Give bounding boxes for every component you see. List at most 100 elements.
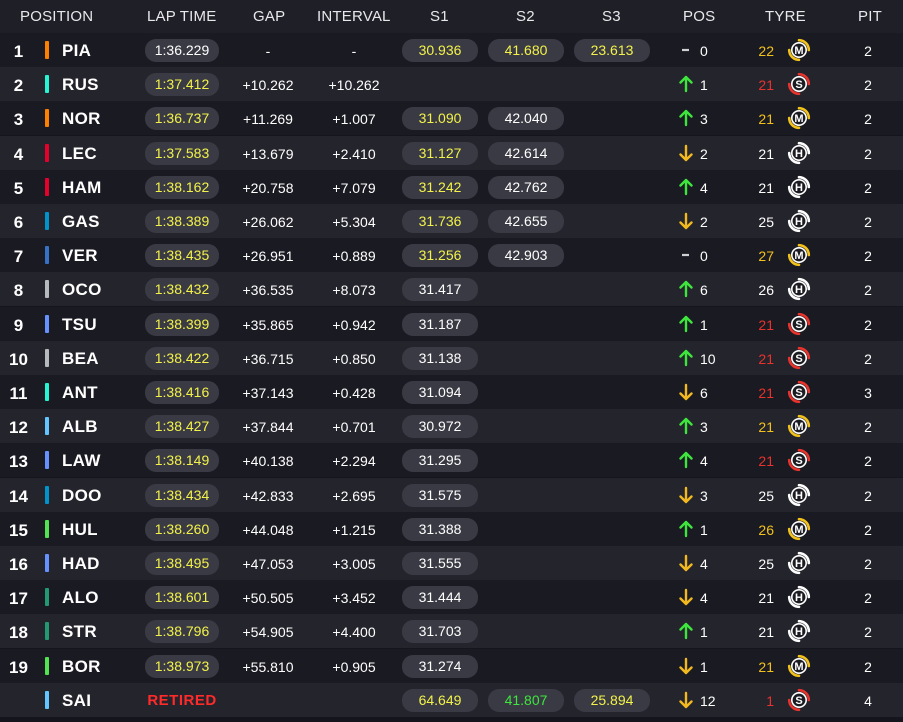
- table-row[interactable]: 19 BOR 1:38.973 +55.810 +0.905 31.274 1 21 M 2: [0, 648, 903, 683]
- driver-code[interactable]: NOR: [62, 109, 101, 129]
- driver-code[interactable]: ANT: [62, 383, 98, 403]
- svg-text:M: M: [794, 45, 803, 57]
- position-change: 6: [700, 385, 708, 401]
- position-change: 6: [700, 282, 708, 299]
- pit-stops: 2: [864, 282, 872, 299]
- driver-code[interactable]: GAS: [62, 212, 100, 232]
- table-row[interactable]: 4 LEC 1:37.583 +13.679 +2.410 31.127 42.614 2 21…: [0, 135, 903, 170]
- driver-code[interactable]: HUL: [62, 520, 98, 540]
- svg-text:S: S: [795, 387, 802, 399]
- tyre-age: 21: [758, 77, 774, 94]
- driver-code[interactable]: RUS: [62, 75, 99, 95]
- table-row[interactable]: 13 LAW 1:38.149 +40.138 +2.294 31.295 4 21 S 2: [0, 443, 903, 478]
- retired-label: RETIRED: [147, 691, 217, 709]
- team-color-bar: [45, 314, 49, 333]
- table-row[interactable]: 9 TSU 1:38.399 +35.865 +0.942 31.187 1 21 S 2: [0, 306, 903, 341]
- lap-time: 1:36.737: [145, 107, 219, 131]
- table-row[interactable]: 16 HAD 1:38.495 +47.053 +3.005 31.555 4 25 H 2: [0, 546, 903, 580]
- position-number: 8: [13, 281, 24, 301]
- gap-value: +37.143: [242, 385, 294, 401]
- svg-text:H: H: [795, 284, 803, 296]
- sector-s1-time: 31.555: [402, 552, 478, 575]
- driver-code[interactable]: TSU: [62, 315, 97, 335]
- driver-code[interactable]: ALO: [62, 588, 99, 608]
- driver-code[interactable]: STR: [62, 622, 97, 642]
- driver-code[interactable]: ALB: [62, 417, 98, 437]
- tyre-hard-icon: H: [787, 483, 811, 506]
- position-change: 1: [700, 624, 708, 641]
- driver-code[interactable]: HAD: [62, 554, 100, 574]
- pit-stops: 4: [864, 692, 872, 709]
- sector-s2-time: 42.655: [488, 210, 564, 233]
- interval-value: +2.695: [332, 487, 376, 504]
- header-lap-time[interactable]: LAP TIME: [147, 8, 216, 25]
- lap-time: 1:38.149: [145, 449, 219, 473]
- tyre-soft-icon: S: [787, 73, 811, 96]
- gap-value: +10.262: [242, 77, 294, 94]
- driver-code[interactable]: OCO: [62, 280, 102, 300]
- svg-text:H: H: [795, 182, 803, 194]
- table-row[interactable]: 15 HUL 1:38.260 +44.048 +1.215 31.388 1 26 M 2: [0, 511, 903, 546]
- table-row[interactable]: 2 RUS 1:37.412 +10.262 +10.262 1 21 S 2: [0, 67, 903, 102]
- arrow-up-icon: [679, 417, 693, 435]
- table-row[interactable]: 3 NOR 1:36.737 +11.269 +1.007 31.090 42.040 3 21…: [0, 101, 903, 136]
- header-pos[interactable]: POS: [683, 8, 715, 25]
- table-row[interactable]: SAI RETIRED 64.649 41.807 25.894 12 1 S 4: [0, 682, 903, 717]
- position-number: 7: [13, 247, 24, 267]
- position-number: 11: [9, 384, 28, 403]
- driver-code[interactable]: BOR: [62, 657, 101, 677]
- header-interval[interactable]: INTERVAL: [317, 8, 391, 25]
- position-number: 6: [13, 213, 24, 232]
- lap-time: 1:38.260: [145, 517, 219, 541]
- header-tyre[interactable]: TYRE: [765, 8, 806, 25]
- tyre-hard-icon: H: [787, 141, 811, 164]
- header-gap[interactable]: GAP: [253, 8, 285, 25]
- team-color-bar: [45, 109, 49, 128]
- team-color-bar: [45, 75, 49, 94]
- position-change: 4: [700, 179, 708, 196]
- table-row[interactable]: 17 ALO 1:38.601 +50.505 +3.452 31.444 4 21 H 2: [0, 580, 903, 615]
- tyre-hard-icon: H: [787, 175, 811, 198]
- table-row[interactable]: 10 BEA 1:38.422 +36.715 +0.850 31.138 10 21 S 2: [0, 340, 903, 375]
- driver-code[interactable]: SAI: [62, 691, 91, 711]
- pit-stops: 2: [864, 350, 872, 367]
- table-row[interactable]: 5 HAM 1:38.162 +20.758 +7.079 31.242 42.762 4 21…: [0, 169, 903, 204]
- table-row[interactable]: 12 ALB 1:38.427 +37.844 +0.701 30.972 3 21 M 2: [0, 409, 903, 444]
- team-color-bar: [45, 177, 49, 196]
- driver-code[interactable]: LEC: [62, 144, 97, 164]
- position-number: 4: [13, 144, 24, 164]
- table-row[interactable]: 8 OCO 1:38.432 +36.535 +8.073 31.417 6 26 H 2: [0, 272, 903, 307]
- driver-code[interactable]: VER: [62, 246, 98, 266]
- table-row[interactable]: 6 GAS 1:38.389 +26.062 +5.304 31.736 42.655 2 25…: [0, 204, 903, 238]
- no-change-icon: [682, 48, 689, 52]
- svg-text:S: S: [795, 695, 802, 707]
- driver-code[interactable]: BEA: [62, 349, 99, 369]
- position-number: 12: [9, 418, 28, 438]
- table-row[interactable]: 7 VER 1:38.435 +26.951 +0.889 31.256 42.903 0 27…: [0, 238, 903, 273]
- table-row[interactable]: 1 PIA 1:36.229 - - 30.936 41.680 23.613 0 22 M 2: [0, 33, 903, 67]
- svg-text:H: H: [795, 558, 803, 570]
- position-change: 0: [700, 43, 708, 59]
- interval-value: +0.905: [332, 658, 376, 675]
- driver-code[interactable]: DOO: [62, 486, 102, 506]
- header-pit[interactable]: PIT: [858, 8, 882, 25]
- table-row[interactable]: 14 DOO 1:38.434 +42.833 +2.695 31.575 3 25 H 2: [0, 477, 903, 512]
- header-s3[interactable]: S3: [602, 8, 621, 25]
- header-position[interactable]: POSITION: [20, 8, 93, 25]
- table-row[interactable]: 11 ANT 1:38.416 +37.143 +0.428 31.094 6 21 S 3: [0, 375, 903, 409]
- driver-code[interactable]: LAW: [62, 451, 101, 471]
- header-s2[interactable]: S2: [516, 8, 535, 25]
- team-color-bar: [45, 246, 49, 265]
- team-color-bar: [45, 451, 49, 470]
- gap-value: +36.535: [242, 282, 294, 299]
- driver-code[interactable]: PIA: [62, 41, 91, 61]
- tyre-medium-icon: M: [787, 415, 811, 438]
- lap-time: 1:38.434: [145, 483, 219, 507]
- arrow-up-icon: [679, 349, 693, 366]
- tyre-hard-icon: H: [787, 620, 811, 643]
- pit-stops: 2: [864, 658, 872, 675]
- sector-s1-time: 31.242: [402, 175, 478, 199]
- driver-code[interactable]: HAM: [62, 178, 102, 198]
- table-row[interactable]: 18 STR 1:38.796 +54.905 +4.400 31.703 1 21 H 2: [0, 614, 903, 649]
- header-s1[interactable]: S1: [430, 8, 449, 25]
